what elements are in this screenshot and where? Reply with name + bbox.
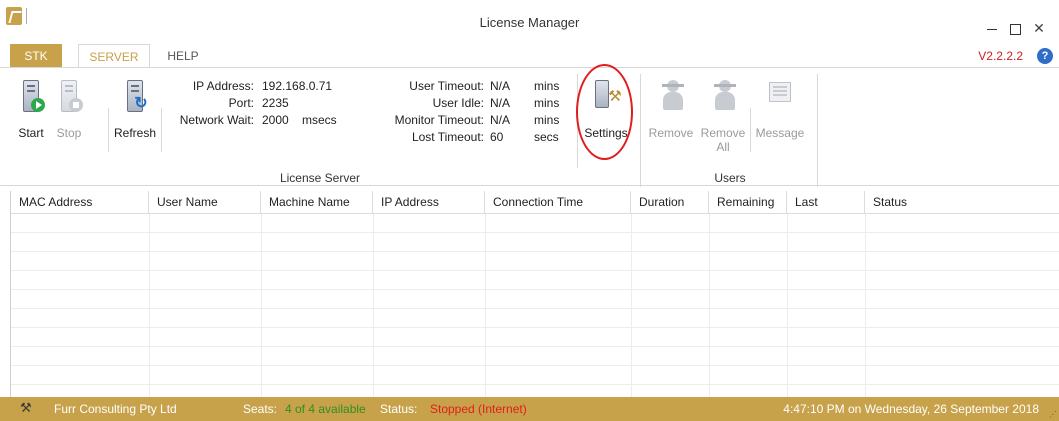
tab-help[interactable]: HELP — [158, 44, 208, 68]
ribbon-separator — [108, 108, 109, 152]
column-header[interactable]: Machine Name — [261, 191, 373, 214]
group-users: Users — [714, 171, 746, 185]
remove-button[interactable]: Remove — [646, 78, 696, 140]
maximize-button[interactable] — [1007, 20, 1023, 36]
status-bar: ⚒ Furr Consulting Pty Ltd Seats: 4 of 4 … — [0, 397, 1059, 421]
tab-stk[interactable]: STK — [10, 44, 62, 68]
column-header[interactable]: Remaining — [709, 191, 787, 214]
port-label: Port: — [228, 96, 254, 110]
message-label: Message — [755, 126, 805, 140]
ribbon-separator — [161, 108, 162, 152]
column-header[interactable]: Connection Time — [485, 191, 631, 214]
remove-all-label-1: Remove — [700, 126, 746, 140]
ribbon: Start Stop ↻ Refresh IP Address: 192.168… — [0, 67, 1059, 187]
network-wait-label: Network Wait: — [179, 113, 254, 127]
server-stop-icon — [57, 78, 83, 114]
start-label: Start — [18, 126, 44, 140]
seats-label: Seats: — [243, 402, 278, 416]
column-header[interactable]: IP Address — [373, 191, 485, 214]
user-timeout-label: User Timeout: — [409, 79, 484, 93]
users-table: MAC Address User Name Machine Name IP Ad… — [10, 191, 1059, 397]
timeout-info: User Timeout: N/A mins User Idle: N/A mi… — [384, 78, 574, 150]
server-start-icon — [19, 78, 45, 114]
message-icon — [761, 78, 799, 114]
column-header[interactable]: Duration — [631, 191, 709, 214]
table-body — [11, 214, 1059, 397]
column-header[interactable]: Status — [865, 191, 1059, 214]
message-button[interactable]: Message — [752, 78, 808, 140]
wrench-icon: ⚒ — [20, 400, 32, 415]
refresh-button[interactable]: ↻ Refresh — [113, 78, 157, 140]
stop-button[interactable]: Stop — [52, 78, 86, 140]
tab-server[interactable]: SERVER — [78, 44, 150, 69]
network-wait-value: 2000 — [262, 113, 289, 127]
column-header[interactable]: MAC Address — [11, 191, 149, 214]
ribbon-separator — [750, 108, 751, 152]
help-icon[interactable]: ? — [1037, 48, 1053, 64]
table-header: MAC Address User Name Machine Name IP Ad… — [11, 191, 1059, 214]
monitor-timeout-label: Monitor Timeout: — [394, 113, 484, 127]
resize-grip[interactable]: ⋰ — [1049, 411, 1057, 419]
ip-address-value: 192.168.0.71 — [262, 79, 333, 93]
remove-all-button[interactable]: Remove All — [700, 78, 746, 154]
server-refresh-icon: ↻ — [123, 78, 148, 114]
license-manager-window: License Manager ✕ STK SERVER HELP V2.2.2… — [0, 0, 1059, 421]
stop-label: Stop — [56, 126, 82, 140]
port-value: 2235 — [262, 96, 289, 110]
status-value: Stopped (Internet) — [430, 402, 527, 416]
lost-timeout-value: 60 — [490, 130, 504, 144]
status-label: Status: — [380, 402, 418, 416]
user-remove-icon — [656, 78, 686, 114]
close-button[interactable]: ✕ — [1031, 20, 1047, 36]
column-header[interactable]: User Name — [149, 191, 261, 214]
lost-timeout-unit: secs — [534, 130, 559, 144]
user-timeout-unit: mins — [534, 79, 560, 93]
ribbon-tabs: STK SERVER HELP V2.2.2.2 — [0, 44, 1059, 69]
monitor-timeout-unit: mins — [534, 113, 560, 127]
ribbon-separator — [817, 74, 818, 187]
users-remove-all-icon — [708, 78, 738, 114]
remove-all-label-2: All — [716, 140, 730, 154]
refresh-label: Refresh — [113, 126, 157, 140]
ribbon-separator — [640, 74, 641, 187]
start-button[interactable]: Start — [14, 78, 48, 140]
user-idle-label: User Idle: — [432, 96, 484, 110]
status-datetime: 4:47:10 PM on Wednesday, 26 September 20… — [783, 402, 1039, 416]
user-idle-unit: mins — [534, 96, 560, 110]
window-title: License Manager — [479, 15, 580, 30]
user-idle-value: N/A — [490, 96, 511, 110]
company-name: Furr Consulting Pty Ltd — [54, 402, 177, 416]
title-bar: License Manager ✕ — [0, 0, 1059, 44]
user-timeout-value: N/A — [490, 79, 511, 93]
seats-value: 4 of 4 available — [285, 402, 366, 416]
remove-label: Remove — [648, 126, 694, 140]
column-header[interactable]: Last — [787, 191, 865, 214]
server-info: IP Address: 192.168.0.71 Port: 2235 Netw… — [168, 78, 358, 138]
monitor-timeout-value: N/A — [490, 113, 511, 127]
lost-timeout-label: Lost Timeout: — [411, 130, 484, 144]
minimize-button[interactable] — [984, 20, 1000, 36]
version-label: V2.2.2.2 — [978, 49, 1023, 63]
group-license-server: License Server — [279, 171, 361, 185]
settings-highlight-circle — [576, 64, 633, 160]
network-wait-unit: msecs — [302, 113, 337, 127]
ip-address-label: IP Address: — [192, 79, 254, 93]
